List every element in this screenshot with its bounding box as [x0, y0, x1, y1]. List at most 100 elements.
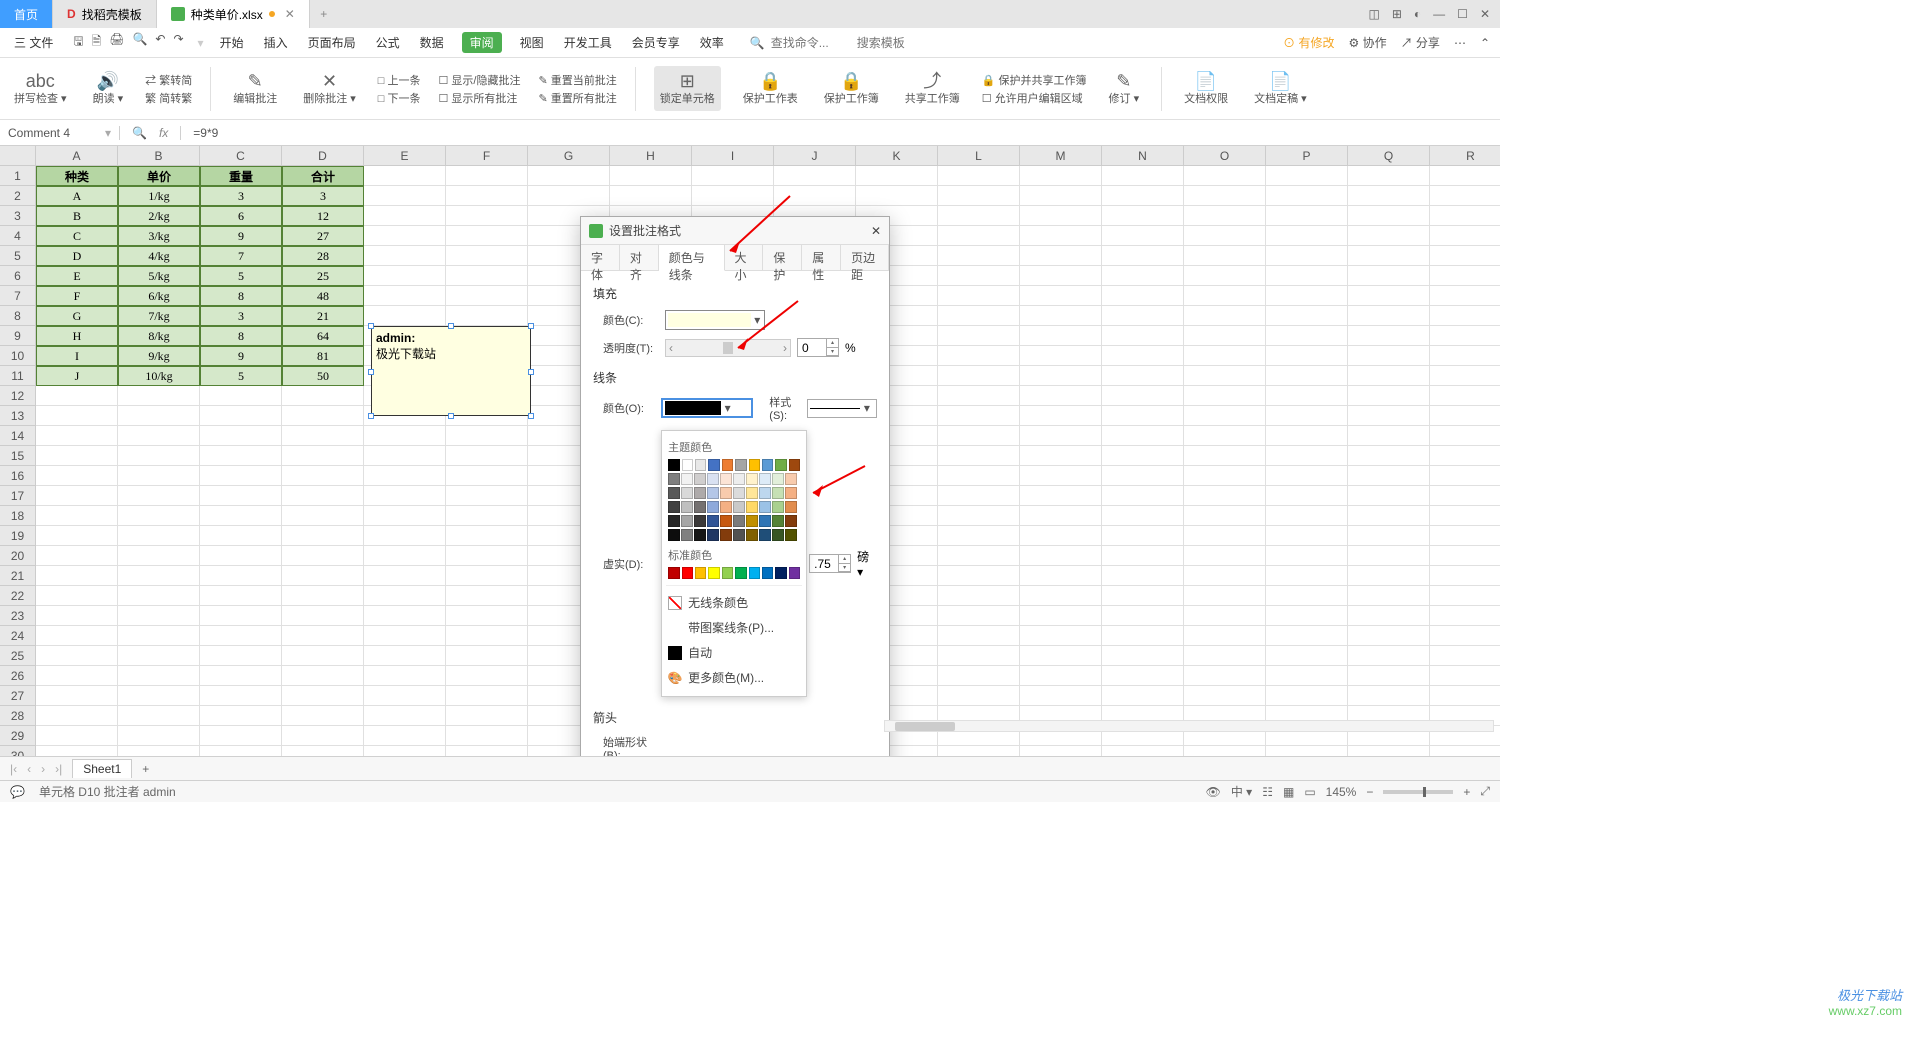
- cell[interactable]: [446, 506, 528, 526]
- row-12[interactable]: 12: [0, 386, 36, 406]
- color-swatch[interactable]: [772, 529, 784, 541]
- cell[interactable]: A: [36, 186, 118, 206]
- cell[interactable]: [938, 286, 1020, 306]
- cell[interactable]: [364, 486, 446, 506]
- cell[interactable]: 7/kg: [118, 306, 200, 326]
- color-swatch[interactable]: [668, 473, 680, 485]
- dialog-tab[interactable]: 保护: [763, 245, 802, 271]
- color-swatch[interactable]: [681, 529, 693, 541]
- menu-会员专享[interactable]: 会员专享: [630, 32, 682, 53]
- tab-close-button[interactable]: ✕: [285, 7, 295, 21]
- cell[interactable]: [1020, 546, 1102, 566]
- cell[interactable]: [1430, 406, 1500, 426]
- cell[interactable]: [282, 586, 364, 606]
- cell[interactable]: [1102, 166, 1184, 186]
- cell[interactable]: [1266, 406, 1348, 426]
- color-swatch[interactable]: [762, 567, 773, 579]
- cell[interactable]: [1102, 326, 1184, 346]
- cell[interactable]: [446, 266, 528, 286]
- row-20[interactable]: 20: [0, 546, 36, 566]
- cell[interactable]: [1266, 186, 1348, 206]
- col-I[interactable]: I: [692, 146, 774, 166]
- save-icon[interactable]: 🖫: [73, 32, 83, 53]
- zoom-label[interactable]: 145%: [1326, 785, 1357, 799]
- cell[interactable]: [938, 306, 1020, 326]
- cell[interactable]: 48: [282, 286, 364, 306]
- cell[interactable]: [364, 726, 446, 746]
- cell[interactable]: [1184, 426, 1266, 446]
- menu-审阅[interactable]: 审阅: [462, 32, 502, 53]
- cell[interactable]: [446, 726, 528, 746]
- color-swatch[interactable]: [720, 473, 732, 485]
- cell[interactable]: [118, 466, 200, 486]
- color-swatch[interactable]: [762, 459, 773, 471]
- cell[interactable]: [938, 666, 1020, 686]
- cell[interactable]: [1184, 286, 1266, 306]
- color-swatch[interactable]: [720, 487, 732, 499]
- cell[interactable]: [1348, 286, 1430, 306]
- cell[interactable]: [528, 166, 610, 186]
- menu-数据[interactable]: 数据: [418, 32, 446, 53]
- cell[interactable]: 8: [200, 326, 282, 346]
- color-swatch[interactable]: [785, 473, 797, 485]
- cell[interactable]: [1430, 366, 1500, 386]
- cell[interactable]: [36, 706, 118, 726]
- col-G[interactable]: G: [528, 146, 610, 166]
- cell[interactable]: [200, 406, 282, 426]
- cell[interactable]: [282, 566, 364, 586]
- cell[interactable]: [1102, 306, 1184, 326]
- cell[interactable]: [1020, 506, 1102, 526]
- cell[interactable]: [364, 506, 446, 526]
- row-3[interactable]: 3: [0, 206, 36, 226]
- color-swatch[interactable]: [668, 529, 680, 541]
- t2s-button[interactable]: ⇄ 繁转简: [145, 72, 192, 88]
- cell[interactable]: [1348, 186, 1430, 206]
- cell[interactable]: [938, 546, 1020, 566]
- command-search[interactable]: 🔍: [750, 36, 937, 50]
- cell[interactable]: [1348, 406, 1430, 426]
- color-swatch[interactable]: [785, 501, 797, 513]
- color-swatch[interactable]: [749, 567, 760, 579]
- cell[interactable]: [1430, 246, 1500, 266]
- cell[interactable]: [118, 426, 200, 446]
- color-swatch[interactable]: [789, 459, 800, 471]
- col-J[interactable]: J: [774, 146, 856, 166]
- cell[interactable]: [1430, 286, 1500, 306]
- cell[interactable]: [1184, 266, 1266, 286]
- cell[interactable]: [938, 526, 1020, 546]
- cell[interactable]: [1102, 646, 1184, 666]
- cell[interactable]: [1184, 486, 1266, 506]
- cell[interactable]: 5/kg: [118, 266, 200, 286]
- cell[interactable]: [282, 406, 364, 426]
- doc-final-button[interactable]: 📄文档定稿 ▾: [1250, 68, 1311, 108]
- cell[interactable]: [446, 706, 528, 726]
- fullscreen-icon[interactable]: ⤢: [1480, 784, 1490, 799]
- cell[interactable]: [200, 546, 282, 566]
- max-button[interactable]: ☐: [1457, 7, 1468, 21]
- resize-handle-sw[interactable]: [368, 413, 374, 419]
- cell[interactable]: [118, 606, 200, 626]
- cell[interactable]: [36, 726, 118, 746]
- line-color-picker[interactable]: ▾: [661, 398, 754, 418]
- expand-icon[interactable]: ⌃: [1480, 36, 1490, 50]
- cell[interactable]: [1102, 586, 1184, 606]
- cell[interactable]: [1430, 446, 1500, 466]
- cell[interactable]: B: [36, 206, 118, 226]
- color-swatch[interactable]: [772, 473, 784, 485]
- cell[interactable]: [446, 566, 528, 586]
- col-F[interactable]: F: [446, 146, 528, 166]
- row-8[interactable]: 8: [0, 306, 36, 326]
- color-swatch[interactable]: [785, 515, 797, 527]
- cell[interactable]: [1020, 326, 1102, 346]
- cell[interactable]: [364, 646, 446, 666]
- cell[interactable]: [1184, 586, 1266, 606]
- color-swatch[interactable]: [682, 459, 693, 471]
- cell[interactable]: [364, 246, 446, 266]
- cell[interactable]: [1430, 486, 1500, 506]
- cell[interactable]: 3: [282, 186, 364, 206]
- cell[interactable]: [1348, 606, 1430, 626]
- cell[interactable]: [282, 446, 364, 466]
- zoom-out-button[interactable]: −: [1366, 785, 1373, 799]
- cell[interactable]: [36, 526, 118, 546]
- line-weight-input[interactable]: .75▴▾: [809, 554, 851, 573]
